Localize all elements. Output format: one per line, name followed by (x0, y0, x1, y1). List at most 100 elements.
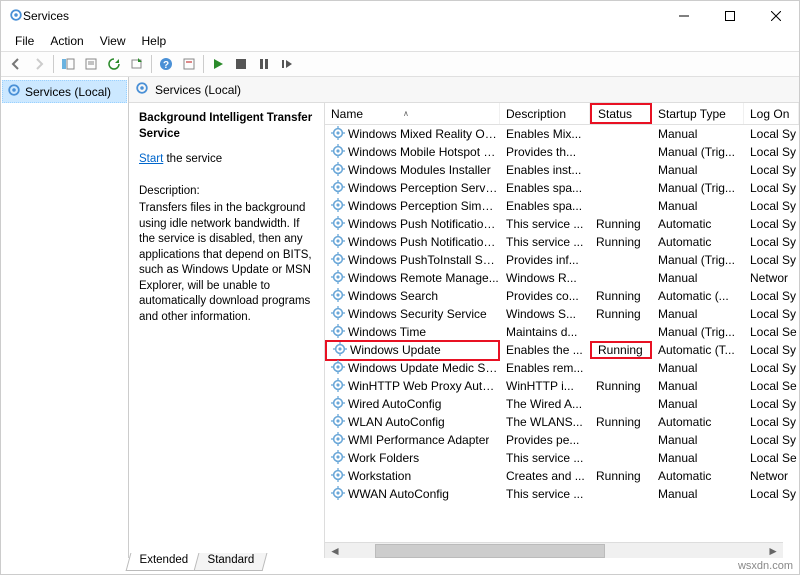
service-startup: Manual (652, 451, 744, 465)
service-row[interactable]: WLAN AutoConfigThe WLANS...RunningAutoma… (325, 413, 799, 431)
service-status: Running (590, 307, 652, 321)
service-startup: Automatic (... (652, 289, 744, 303)
restart-service-button[interactable] (276, 53, 298, 75)
service-name: Windows Remote Manage... (348, 271, 499, 285)
action-button[interactable] (178, 53, 200, 75)
maximize-button[interactable] (707, 1, 753, 31)
menu-action[interactable]: Action (44, 32, 89, 50)
column-description[interactable]: Description (500, 103, 590, 124)
scroll-left-icon[interactable]: ◄ (325, 544, 345, 558)
service-row[interactable]: WinHTTP Web Proxy Auto-...WinHTTP i...Ru… (325, 377, 799, 395)
gear-icon (333, 342, 347, 359)
service-row[interactable]: Windows Mobile Hotspot S...Provides th..… (325, 143, 799, 161)
gear-icon (331, 450, 345, 467)
service-logon: Local Sy (744, 181, 799, 195)
start-service-button[interactable] (207, 53, 229, 75)
service-status: Running (590, 379, 652, 393)
menu-bar: File Action View Help (1, 31, 799, 51)
gear-icon (7, 83, 21, 100)
service-row[interactable]: Windows Push Notification...This service… (325, 215, 799, 233)
gear-icon (331, 252, 345, 269)
service-description: This service ... (500, 217, 590, 231)
service-name: Windows Update (350, 343, 441, 357)
tree-root-label: Services (Local) (25, 85, 111, 99)
service-row[interactable]: Work FoldersThis service ...ManualLocal … (325, 449, 799, 467)
panel-title: Services (Local) (155, 83, 241, 97)
service-logon: Local Sy (744, 307, 799, 321)
service-row[interactable]: Windows PushToInstall Serv...Provides in… (325, 251, 799, 269)
service-description: Maintains d... (500, 325, 590, 339)
service-startup: Manual (Trig... (652, 253, 744, 267)
service-row[interactable]: WMI Performance AdapterProvides pe...Man… (325, 431, 799, 449)
toolbar: ? (1, 51, 799, 77)
service-name: Windows Mobile Hotspot S... (348, 145, 500, 159)
service-startup: Manual (652, 397, 744, 411)
service-row[interactable]: Windows Security ServiceWindows S...Runn… (325, 305, 799, 323)
service-name: Windows Search (348, 289, 438, 303)
service-description: Windows S... (500, 307, 590, 321)
menu-help[interactable]: Help (136, 32, 173, 50)
scrollbar-thumb[interactable] (375, 544, 605, 558)
detail-pane: Background Intelligent Transfer Service … (129, 103, 324, 558)
gear-icon (331, 378, 345, 395)
service-name: Windows Perception Simul... (348, 199, 500, 213)
service-name: Workstation (348, 469, 411, 483)
service-logon: Local Se (744, 379, 799, 393)
gear-icon (331, 180, 345, 197)
service-status: Running (590, 415, 652, 429)
gear-icon (331, 360, 345, 377)
service-row[interactable]: Windows Update Medic Ser...Enables rem..… (325, 359, 799, 377)
service-row[interactable]: Windows SearchProvides co...RunningAutom… (325, 287, 799, 305)
minimize-button[interactable] (661, 1, 707, 31)
service-name: Work Folders (348, 451, 419, 465)
properties-button[interactable] (80, 53, 102, 75)
service-row[interactable]: Windows TimeMaintains d...Manual (Trig..… (325, 323, 799, 341)
service-row[interactable]: Windows Push Notification...This service… (325, 233, 799, 251)
help-button[interactable]: ? (155, 53, 177, 75)
scroll-right-icon[interactable]: ► (763, 544, 783, 558)
service-row[interactable]: WWAN AutoConfigThis service ...ManualLoc… (325, 485, 799, 503)
service-description: Provides th... (500, 145, 590, 159)
service-startup: Automatic (652, 469, 744, 483)
close-button[interactable] (753, 1, 799, 31)
tab-standard[interactable]: Standard (193, 553, 267, 571)
service-logon: Networ (744, 469, 799, 483)
service-logon: Local Sy (744, 127, 799, 141)
back-button[interactable] (5, 53, 27, 75)
service-row[interactable]: Windows Mixed Reality Op...Enables Mix..… (325, 125, 799, 143)
service-startup: Automatic (652, 217, 744, 231)
menu-view[interactable]: View (94, 32, 132, 50)
tab-extended[interactable]: Extended (126, 553, 201, 571)
export-button[interactable] (126, 53, 148, 75)
service-row[interactable]: Windows Modules InstallerEnables inst...… (325, 161, 799, 179)
tree-root-services-local[interactable]: Services (Local) (2, 80, 127, 103)
watermark: wsxdn.com (738, 560, 793, 572)
column-startup[interactable]: Startup Type (652, 103, 744, 124)
service-logon: Local Sy (744, 487, 799, 501)
pause-service-button[interactable] (253, 53, 275, 75)
service-row[interactable]: Windows Perception Simul...Enables spa..… (325, 197, 799, 215)
column-name[interactable]: Name∧ (325, 103, 500, 124)
service-name: Windows Perception Service (348, 181, 500, 195)
service-status: Running (590, 217, 652, 231)
show-hide-tree-button[interactable] (57, 53, 79, 75)
service-row[interactable]: WorkstationCreates and ...RunningAutomat… (325, 467, 799, 485)
column-status[interactable]: Status (590, 103, 652, 124)
service-logon: Local Se (744, 325, 799, 339)
service-row[interactable]: Windows Perception ServiceEnables spa...… (325, 179, 799, 197)
start-link[interactable]: Start (139, 153, 163, 165)
gear-icon (331, 486, 345, 503)
service-logon: Local Sy (744, 235, 799, 249)
service-logon: Local Se (744, 451, 799, 465)
service-row[interactable]: Windows UpdateEnables the ...RunningAuto… (325, 341, 799, 359)
column-logon[interactable]: Log On (744, 103, 799, 124)
stop-service-button[interactable] (230, 53, 252, 75)
service-logon: Local Sy (744, 253, 799, 267)
gear-icon (331, 432, 345, 449)
horizontal-scrollbar[interactable]: ◄ ► (325, 542, 783, 558)
forward-button[interactable] (28, 53, 50, 75)
service-row[interactable]: Windows Remote Manage...Windows R...Manu… (325, 269, 799, 287)
menu-file[interactable]: File (9, 32, 40, 50)
refresh-button[interactable] (103, 53, 125, 75)
service-row[interactable]: Wired AutoConfigThe Wired A...ManualLoca… (325, 395, 799, 413)
